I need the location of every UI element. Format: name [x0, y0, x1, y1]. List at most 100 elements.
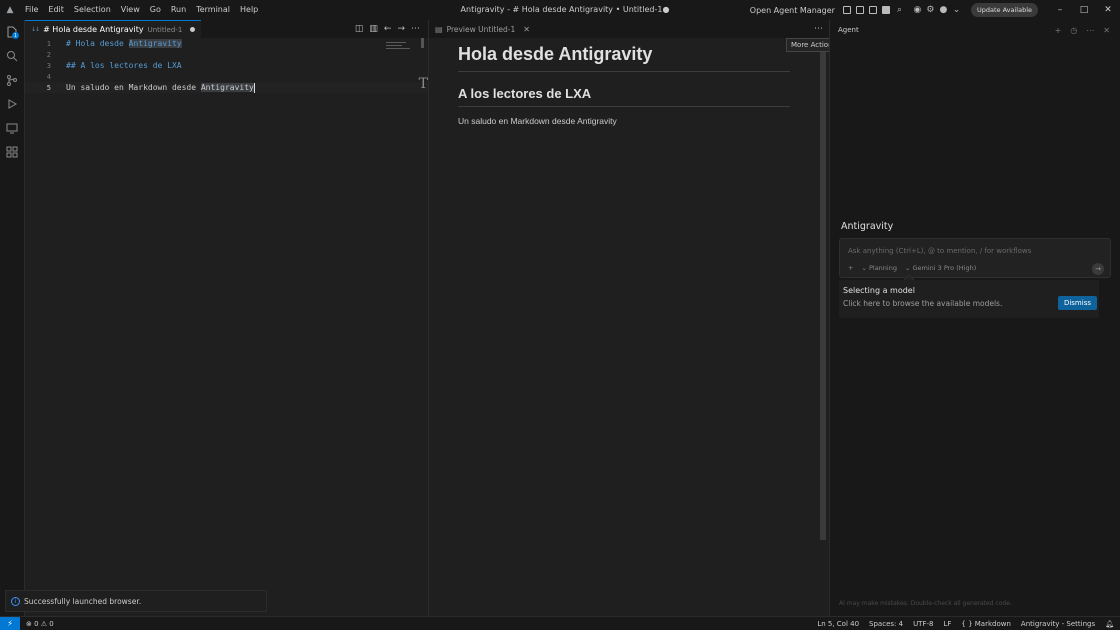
preview-icon: ▤	[435, 24, 443, 34]
code-line: 2	[25, 49, 429, 60]
code-line: 4	[25, 71, 429, 82]
unsaved-dot-icon[interactable]	[190, 27, 196, 32]
run-debug-icon[interactable]	[0, 92, 24, 116]
settings-gear-icon[interactable]: ⚙	[925, 5, 936, 16]
preview-heading-1: Hola desde Antigravity	[458, 44, 790, 72]
editor-group-preview: ▤ Preview Untitled-1 ✕ ⋯ Hola desde Anti…	[428, 20, 829, 616]
account-avatar-icon[interactable]: ●	[938, 5, 949, 16]
scrollbar-thumb[interactable]	[421, 38, 424, 48]
go-forward-icon[interactable]: →	[397, 24, 405, 34]
history-icon[interactable]: ◷	[1070, 26, 1077, 35]
code-text: Un saludo en Markdown desde	[66, 83, 201, 92]
line-endings[interactable]: LF	[943, 620, 951, 628]
tab-preview[interactable]: ▤ Preview Untitled-1 ✕	[429, 20, 829, 38]
preview-heading-2: A los lectores de LXA	[458, 86, 790, 107]
notification-toast[interactable]: i Successfully launched browser.	[5, 590, 267, 612]
update-available-button[interactable]: Update Available	[970, 3, 1038, 17]
layout-secondary-icon[interactable]	[881, 5, 892, 16]
prompt-input[interactable]: Ask anything (Ctrl+L), @ to mention, / f…	[839, 238, 1111, 278]
code-text: # Hola desde	[66, 39, 129, 48]
model-callout[interactable]: Selecting a model Click here to browse t…	[839, 280, 1099, 318]
editor-tab-bar: ↓↓ # Hola desde Antigravity Untitled-1 ◫…	[25, 20, 428, 38]
agent-header: Agent + ◷ ⋯ ✕	[830, 20, 1120, 40]
menu-selection[interactable]: Selection	[69, 0, 116, 20]
activity-bar: 1	[0, 20, 24, 616]
menu-terminal[interactable]: Terminal	[191, 0, 235, 20]
agent-tab-title[interactable]: Agent	[838, 26, 859, 34]
info-icon: i	[11, 596, 20, 606]
line-number: 2	[46, 50, 51, 59]
editor-group-markdown: ↓↓ # Hola desde Antigravity Untitled-1 ◫…	[24, 20, 429, 616]
open-agent-manager-link[interactable]: Open Agent Manager	[750, 6, 835, 15]
search-icon[interactable]: ⌕	[894, 5, 905, 16]
mode-label: Planning	[868, 264, 897, 272]
search-icon[interactable]	[0, 44, 24, 68]
encoding[interactable]: UTF-8	[913, 620, 933, 628]
problems-indicator[interactable]: ⊗ 0 ⚠ 0	[26, 620, 54, 628]
more-actions-icon[interactable]: ⋯	[814, 24, 823, 34]
send-icon[interactable]: →	[1092, 263, 1104, 275]
more-actions-icon[interactable]: ⋯	[411, 24, 420, 34]
browser-icon[interactable]: ◉	[912, 5, 923, 16]
code-line: 3 ## A los lectores de LXA	[25, 60, 429, 71]
maximize-button[interactable]: □	[1072, 5, 1096, 15]
code-line: 5 Un saludo en Markdown desde Antigravit…	[25, 82, 429, 93]
code-highlight: Antigravity	[200, 83, 254, 92]
scrollbar[interactable]	[820, 50, 826, 540]
split-editor-icon[interactable]: ▥	[369, 24, 378, 34]
markdown-file-icon: ↓↓	[31, 26, 40, 33]
minimize-button[interactable]: –	[1048, 5, 1072, 15]
close-button[interactable]: ✕	[1096, 5, 1120, 15]
explorer-icon[interactable]: 1	[0, 20, 24, 44]
model-selector[interactable]: ⌄ Gemini 3 Pro (High)	[905, 264, 976, 272]
cursor-position[interactable]: Ln 5, Col 40	[817, 620, 859, 628]
explorer-badge: 1	[12, 32, 19, 39]
status-bar: ⚡ ⊗ 0 ⚠ 0 Ln 5, Col 40 Spaces: 4 UTF-8 L…	[0, 616, 1120, 630]
callout-text: Click here to browse the available model…	[843, 299, 1003, 308]
close-tab-icon[interactable]: ✕	[523, 25, 530, 34]
chevron-down-icon[interactable]: ⌄	[951, 5, 962, 16]
go-back-icon[interactable]: ←	[384, 24, 392, 34]
minimap[interactable]	[386, 42, 412, 51]
tab-subtitle: Untitled-1	[147, 25, 183, 34]
callout-title: Selecting a model	[843, 286, 915, 295]
prompt-placeholder: Ask anything (Ctrl+L), @ to mention, / f…	[848, 247, 1032, 255]
notification-text: Successfully launched browser.	[24, 596, 142, 606]
window-title: Antigravity - # Hola desde Antigravity •…	[460, 5, 670, 14]
line-number: 4	[46, 72, 51, 81]
title-bar: ▲ File Edit Selection View Go Run Termin…	[0, 0, 1120, 20]
extensions-icon[interactable]	[0, 140, 24, 164]
indentation[interactable]: Spaces: 4	[869, 620, 903, 628]
tab-untitled-1[interactable]: ↓↓ # Hola desde Antigravity Untitled-1	[25, 20, 202, 38]
open-preview-side-icon[interactable]: ◫	[355, 24, 364, 34]
menu-view[interactable]: View	[116, 0, 145, 20]
menu-run[interactable]: Run	[166, 0, 191, 20]
layout-panel-icon[interactable]	[842, 5, 853, 16]
layout-sidebar-icon[interactable]	[855, 5, 866, 16]
remote-explorer-icon[interactable]	[0, 116, 24, 140]
menu-go[interactable]: Go	[145, 0, 166, 20]
model-label: Gemini 3 Pro (High)	[912, 264, 977, 272]
mode-selector[interactable]: ⌄ Planning	[861, 264, 897, 272]
code-text: ## A los lectores de LXA	[66, 61, 182, 70]
add-context-icon[interactable]: +	[848, 264, 853, 272]
app-logo-icon: ▲	[6, 5, 14, 15]
settings-status[interactable]: Antigravity - Settings	[1021, 620, 1095, 628]
dismiss-button[interactable]: Dismiss	[1057, 296, 1097, 310]
layout-bottom-icon[interactable]	[868, 5, 879, 16]
menu-bar: File Edit Selection View Go Run Terminal…	[20, 0, 263, 20]
code-editor[interactable]: 1 # Hola desde Antigravity 2 3 ## A los …	[25, 38, 429, 93]
remote-indicator-icon[interactable]: ⚡	[0, 616, 20, 630]
menu-help[interactable]: Help	[235, 0, 263, 20]
more-actions-icon[interactable]: ⋯	[1086, 26, 1094, 35]
markdown-preview: Hola desde Antigravity A los lectores de…	[458, 44, 790, 126]
source-control-icon[interactable]	[0, 68, 24, 92]
close-panel-icon[interactable]: ✕	[1103, 26, 1110, 35]
menu-edit[interactable]: Edit	[43, 0, 69, 20]
code-highlight: Antigravity	[128, 39, 182, 48]
new-chat-icon[interactable]: +	[1055, 26, 1062, 35]
notifications-bell-icon[interactable]: 🔔︎	[1105, 620, 1114, 628]
menu-file[interactable]: File	[20, 0, 43, 20]
language-mode[interactable]: { } Markdown	[961, 620, 1011, 628]
line-number: 1	[46, 39, 51, 48]
